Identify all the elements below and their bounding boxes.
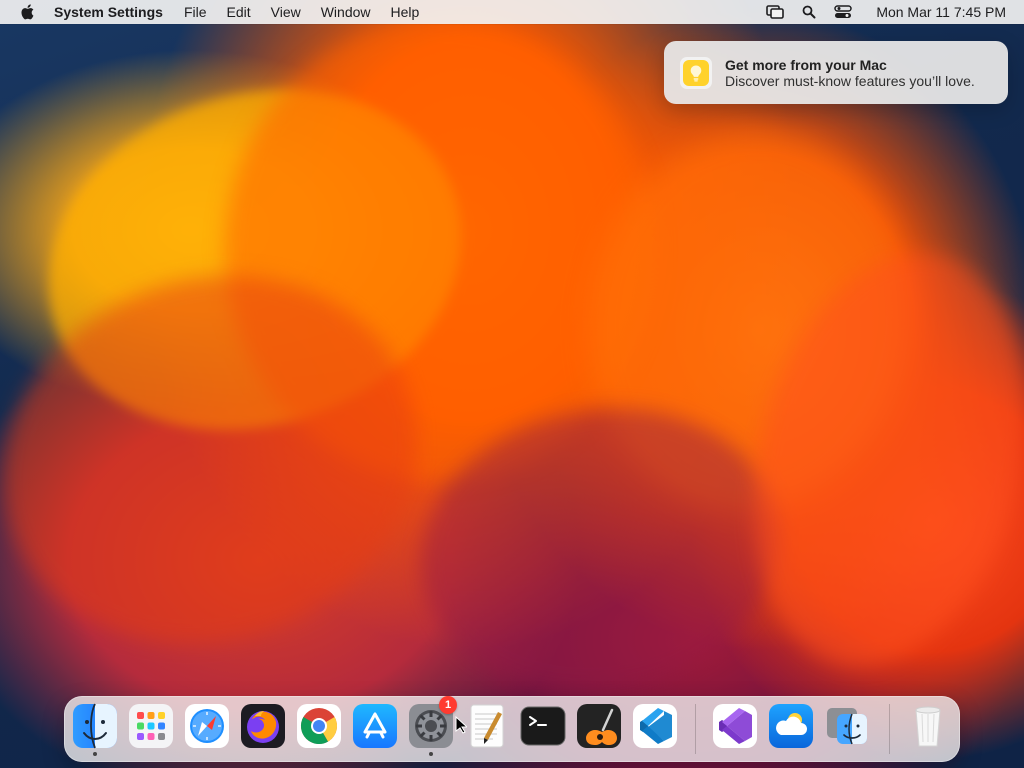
- dock: 1: [64, 696, 960, 762]
- menu-bar: System Settings File Edit View Window He…: [0, 0, 1024, 24]
- app-store-icon[interactable]: [351, 702, 399, 750]
- screen-mirroring-icon[interactable]: [766, 3, 785, 21]
- notification-body: Discover must-know features you’ll love.: [725, 73, 975, 89]
- tips-lightbulb-icon: [680, 56, 712, 89]
- menu-window[interactable]: Window: [321, 4, 371, 20]
- notification-title: Get more from your Mac: [725, 57, 887, 73]
- apple-menu-icon[interactable]: [17, 0, 39, 24]
- safari-icon[interactable]: [183, 702, 231, 750]
- system-settings-icon[interactable]: 1: [407, 696, 457, 756]
- control-center-icon[interactable]: [834, 3, 853, 21]
- firefox-icon[interactable]: [239, 702, 287, 750]
- notification-text: Get more from your Mac Discover must-kno…: [725, 56, 975, 89]
- dock-separator: [889, 704, 890, 754]
- menu-help[interactable]: Help: [391, 4, 420, 20]
- garageband-icon[interactable]: [575, 702, 623, 750]
- spotlight-search-icon[interactable]: [800, 3, 818, 21]
- visual-studio-icon[interactable]: [711, 702, 759, 750]
- menu-view[interactable]: View: [271, 4, 301, 20]
- vscode-icon[interactable]: [631, 702, 679, 750]
- running-indicator: [93, 752, 97, 756]
- notification-badge: 1: [439, 696, 457, 714]
- trash-icon[interactable]: [904, 702, 952, 750]
- menu-bar-left: System Settings File Edit View Window He…: [0, 0, 439, 24]
- running-indicator: [429, 752, 433, 756]
- textedit-icon[interactable]: [463, 702, 511, 750]
- menu-edit[interactable]: Edit: [227, 4, 251, 20]
- menu-file[interactable]: File: [184, 4, 207, 20]
- finder-icon[interactable]: [71, 702, 119, 756]
- terminal-icon[interactable]: [519, 702, 567, 750]
- menu-bar-clock[interactable]: Mon Mar 11 7:45 PM: [876, 4, 1006, 20]
- migration-assistant-icon[interactable]: [823, 702, 871, 750]
- weather-icon[interactable]: [767, 702, 815, 750]
- active-app-menu[interactable]: System Settings: [54, 4, 163, 20]
- desktop-wallpaper: [0, 0, 1024, 768]
- launchpad-icon[interactable]: [127, 702, 175, 750]
- chrome-icon[interactable]: [295, 702, 343, 750]
- menu-bar-right: Mon Mar 11 7:45 PM: [750, 0, 1024, 24]
- dock-separator: [695, 704, 696, 754]
- notification-banner[interactable]: Get more from your Mac Discover must-kno…: [664, 41, 1008, 104]
